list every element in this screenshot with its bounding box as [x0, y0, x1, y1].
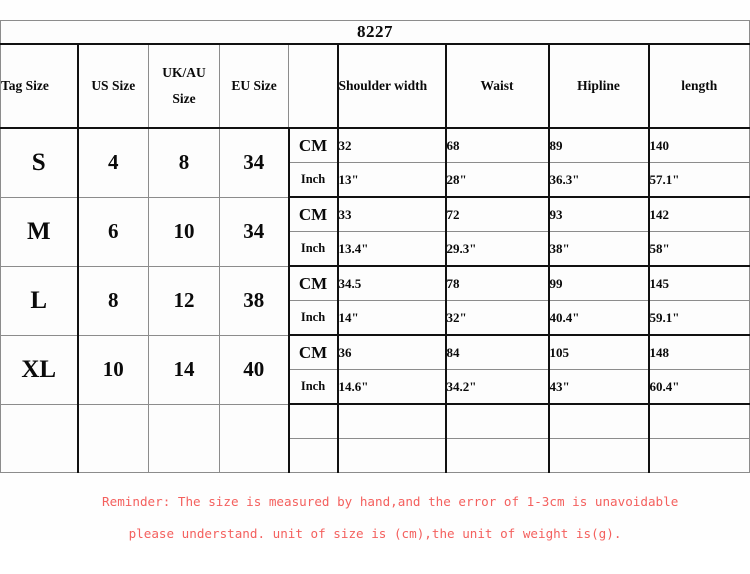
cell-us-size: 8	[77, 265, 149, 336]
column-header-shoulder-width: Shoulder width	[336, 43, 446, 129]
cell-cm-waist	[444, 403, 549, 439]
cell-eu-size	[219, 403, 290, 473]
cell-cm-shoulder-width: 32	[336, 127, 446, 163]
cell-inch-waist	[444, 438, 549, 473]
table-row	[0, 403, 750, 473]
cell-inch-waist: 29.3"	[444, 231, 549, 267]
cell-cm-waist: 68	[444, 127, 549, 163]
column-header-hipline: Hipline	[547, 43, 649, 129]
cell-us-size	[77, 403, 149, 473]
cell-cm-waist: 84	[444, 334, 549, 370]
cell-cm-waist: 78	[444, 265, 549, 301]
cell-cm-hipline: 89	[547, 127, 649, 163]
cell-tag-size: S	[0, 127, 79, 198]
title-row: 8227	[0, 20, 750, 45]
cell-unit-inch	[288, 438, 338, 473]
cell-unit-cm: CM	[288, 334, 338, 370]
cell-cm-waist: 72	[444, 196, 549, 232]
cell-tag-size: L	[0, 265, 79, 336]
cell-inch-length: 57.1"	[647, 162, 750, 198]
cell-cm-length: 148	[647, 334, 750, 370]
cell-uk-au-size	[148, 403, 220, 473]
cell-uk-au-size: 14	[148, 334, 220, 405]
cell-tag-size: XL	[0, 334, 79, 405]
cell-cm-length: 140	[647, 127, 750, 163]
column-header-tag-size: Tag Size	[0, 43, 79, 129]
cell-cm-length	[647, 403, 750, 439]
reminder-note: Reminder: The size is measured by hand,a…	[0, 478, 750, 574]
cell-cm-shoulder-width: 36	[336, 334, 446, 370]
size-chart-container: 8227 Tag Size US Size UK/AU Size EU Size…	[0, 20, 750, 473]
cell-inch-length: 58"	[647, 231, 750, 267]
cell-eu-size: 38	[219, 265, 290, 336]
cell-inch-shoulder-width: 13"	[336, 162, 446, 198]
cell-unit-cm: CM	[288, 127, 338, 163]
cell-cm-hipline: 105	[547, 334, 649, 370]
size-chart-page: 8227 Tag Size US Size UK/AU Size EU Size…	[0, 0, 750, 541]
cell-unit-inch: Inch	[288, 162, 338, 198]
cell-inch-hipline: 36.3"	[547, 162, 649, 198]
cell-us-size: 10	[77, 334, 149, 405]
cell-us-size: 4	[77, 127, 149, 198]
cell-cm-shoulder-width: 33	[336, 196, 446, 232]
cell-unit-inch: Inch	[288, 300, 338, 336]
column-header-length: length	[647, 43, 750, 129]
cell-eu-size: 34	[219, 196, 290, 267]
cell-unit-cm: CM	[288, 196, 338, 232]
cell-unit-cm	[288, 403, 338, 439]
cell-us-size: 6	[77, 196, 149, 267]
cell-inch-length: 59.1"	[647, 300, 750, 336]
cell-tag-size: M	[0, 196, 79, 267]
column-header-eu-size: EU Size	[219, 43, 289, 129]
table-row: XL 10 14 40 CM 36 84 105 148	[0, 334, 750, 405]
cell-inch-waist: 32"	[444, 300, 549, 336]
cell-uk-au-size: 8	[148, 127, 220, 198]
column-header-us-size: US Size	[77, 43, 149, 129]
cell-tag-size	[0, 403, 79, 473]
cell-inch-waist: 34.2"	[444, 369, 549, 405]
size-chart-table: 8227 Tag Size US Size UK/AU Size EU Size…	[0, 20, 750, 473]
cell-uk-au-size: 12	[148, 265, 220, 336]
table-row: L 8 12 38 CM 34.5 78 99 145	[0, 265, 750, 336]
cell-cm-hipline	[547, 403, 649, 439]
table-row: M 6 10 34 CM 33 72 93 142	[0, 196, 750, 267]
cell-eu-size: 34	[219, 127, 290, 198]
column-header-waist: Waist	[444, 43, 549, 129]
cell-inch-shoulder-width: 14.6"	[336, 369, 446, 405]
cell-inch-shoulder-width: 13.4"	[336, 231, 446, 267]
cell-cm-length: 142	[647, 196, 750, 232]
cell-inch-length	[647, 438, 750, 473]
cell-unit-cm: CM	[288, 265, 338, 301]
cell-inch-length: 60.4"	[647, 369, 750, 405]
cell-cm-hipline: 93	[547, 196, 649, 232]
cell-cm-hipline: 99	[547, 265, 649, 301]
cell-inch-hipline	[547, 438, 649, 473]
cell-inch-hipline: 38"	[547, 231, 649, 267]
cell-inch-shoulder-width	[336, 438, 446, 473]
table-row: S 4 8 34 CM 32 68 89 140	[0, 127, 750, 198]
column-header-unit	[288, 43, 338, 129]
cell-inch-shoulder-width: 14"	[336, 300, 446, 336]
cell-unit-inch: Inch	[288, 231, 338, 267]
cell-cm-shoulder-width	[336, 403, 446, 439]
column-header-uk-au-size: UK/AU Size	[148, 43, 220, 129]
cell-eu-size: 40	[219, 334, 290, 405]
cell-inch-hipline: 43"	[547, 369, 649, 405]
header-row: Tag Size US Size UK/AU Size EU Size Shou…	[0, 43, 750, 129]
chart-title: 8227	[0, 20, 750, 45]
cell-inch-waist: 28"	[444, 162, 549, 198]
cell-cm-length: 145	[647, 265, 750, 301]
cell-uk-au-size: 10	[148, 196, 220, 267]
cell-unit-inch: Inch	[288, 369, 338, 405]
reminder-line-1: Reminder: The size is measured by hand,a…	[102, 494, 679, 509]
cell-cm-shoulder-width: 34.5	[336, 265, 446, 301]
cell-inch-hipline: 40.4"	[547, 300, 649, 336]
